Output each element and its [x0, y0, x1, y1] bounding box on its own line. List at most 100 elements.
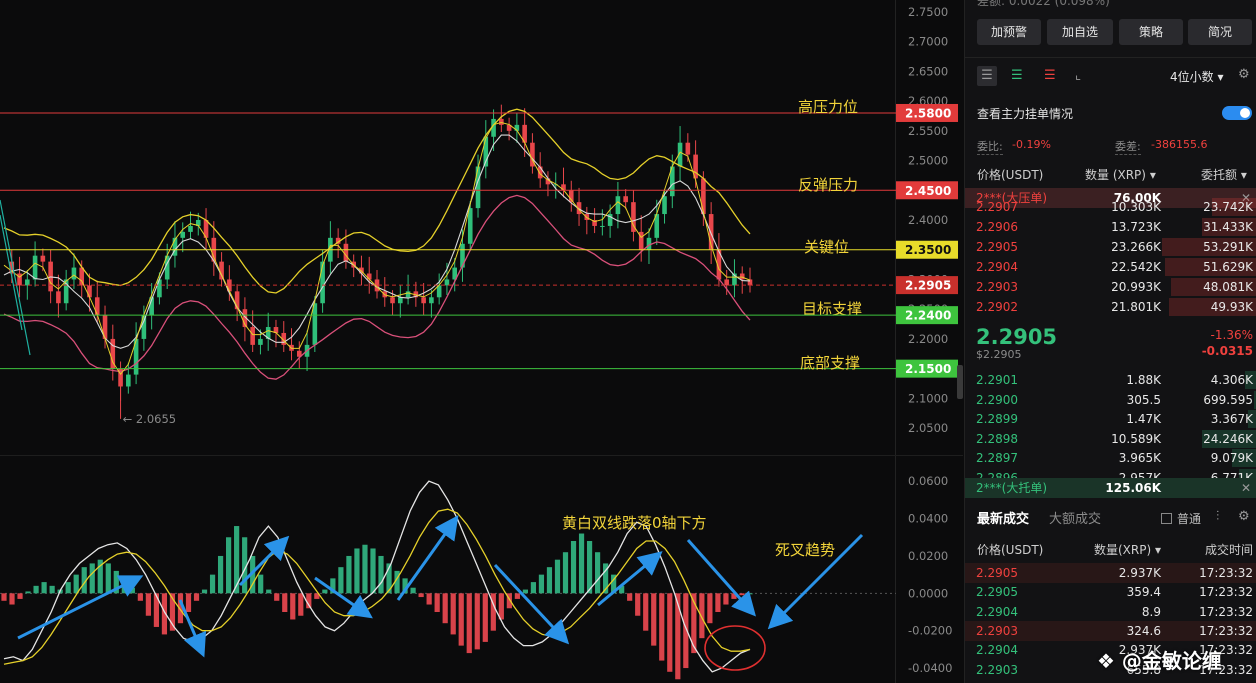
bid-row[interactable]: 2.2900 305.5 699.595: [965, 390, 1256, 410]
trade-qty: 359.4: [1126, 585, 1161, 600]
level-annotation-5: 底部支撑: [800, 354, 860, 372]
trade-time: 17:23:32: [1199, 604, 1253, 619]
layout-asks-icon[interactable]: ☰: [1044, 68, 1056, 83]
col-amount-header[interactable]: 委托额 ▾: [1201, 166, 1247, 183]
bid-row[interactable]: 2.2898 10.589K 24.246K: [965, 429, 1256, 449]
price-cell: 2.2902: [976, 300, 1018, 314]
trade-qty: 324.6: [1126, 623, 1161, 638]
price-cell: 2.2906: [976, 220, 1018, 234]
trade-row[interactable]: 2.2903 324.6 17:23:32: [965, 620, 1256, 641]
macd-hist-bar: [498, 593, 504, 620]
trade-price: 2.2905: [976, 566, 1018, 580]
price-cell: 2.2905: [976, 240, 1018, 254]
main-orders-label[interactable]: 查看主力挂单情况: [977, 105, 1073, 122]
ask-row[interactable]: 2.2904 22.542K 51.629K: [965, 257, 1256, 277]
ask-row[interactable]: 2.2906 13.723K 31.433K: [965, 217, 1256, 237]
macd-hist-bar: [129, 587, 135, 594]
amount-cell: 48.081K: [1203, 280, 1253, 294]
trades-col-qty[interactable]: 数量(XRP) ▾: [1094, 541, 1161, 558]
amount-cell: 23.742K: [1203, 200, 1253, 214]
candle-body: [390, 297, 395, 304]
macd-hist-bar: [338, 567, 344, 594]
macd-hist-bar: [474, 593, 480, 650]
strategy-button[interactable]: 策略: [1119, 19, 1183, 45]
qty-cell: 22.542K: [1111, 260, 1161, 274]
candle-body: [320, 261, 325, 304]
bid-row[interactable]: 2.2901 1.88K 4.306K: [965, 370, 1256, 390]
macd-hist-bar: [723, 593, 729, 605]
change-abs: -0.0315: [1201, 344, 1253, 358]
chart-area[interactable]: 2.75002.70002.65002.60002.55002.50002.45…: [0, 0, 963, 683]
macd-tick-label: 0.0200: [908, 549, 948, 563]
candle-body: [188, 225, 193, 232]
tab-big-trades[interactable]: 大额成交: [1049, 508, 1101, 527]
decimals-select[interactable]: 4位小数 ▾: [1170, 68, 1223, 85]
price-cell: 2.2907: [976, 200, 1018, 214]
trade-row[interactable]: 2.2904 8.9 17:23:32: [965, 602, 1256, 622]
macd-hist-bar: [89, 563, 95, 594]
macd-tick-label: 0.0000: [908, 586, 948, 600]
ask-row[interactable]: 2.2903 20.993K 48.081K: [965, 277, 1256, 297]
macd-tick-label: 0.0400: [908, 512, 948, 526]
layout-both-icon[interactable]: ☰: [977, 66, 997, 86]
filter-icon[interactable]: ⫶: [1216, 509, 1219, 524]
macd-hist-bar: [73, 574, 79, 594]
price-cell: 2.2904: [976, 260, 1018, 274]
big-bid-qty: 125.06K: [1105, 481, 1161, 495]
upper-band-line: [3, 108, 751, 294]
candle-body: [444, 279, 450, 286]
alert-button[interactable]: 加预警: [977, 19, 1041, 45]
macd-hist-bar: [659, 593, 665, 661]
macd-hist-bar: [9, 593, 15, 605]
macd-hist-bar: [226, 537, 232, 594]
level-annotation-0: 高压力位: [798, 98, 858, 116]
trend-line: [0, 214, 23, 331]
macd-hist-bar: [65, 582, 71, 594]
ask-row[interactable]: 2.2907 10.303K 23.742K: [965, 197, 1256, 217]
chevron-down-icon: ▾: [1213, 70, 1224, 84]
candle-body: [398, 297, 403, 304]
qty-cell: 10.589K: [1111, 431, 1161, 446]
main-orders-toggle[interactable]: [1222, 106, 1252, 120]
amount-cell: 4.306K: [1210, 373, 1253, 387]
bid-row[interactable]: 2.2899 1.47K 3.367K: [965, 409, 1256, 429]
overview-button[interactable]: 简况: [1188, 19, 1252, 45]
macd-hist-bar: [41, 582, 47, 594]
watchlist-button[interactable]: 加自选: [1047, 19, 1113, 45]
close-icon[interactable]: ✕: [1241, 478, 1251, 498]
top-clipped-text: 差额: 0.0022 (0.098%): [977, 0, 1110, 8]
macd-hist-bar: [482, 593, 488, 642]
qty-cell: 10.303K: [1111, 200, 1161, 214]
macd-hist-bar: [290, 593, 296, 620]
trade-row[interactable]: 2.2905 359.4 17:23:32: [965, 582, 1256, 602]
normal-checkbox[interactable]: [1161, 513, 1172, 524]
price-tick-label: 2.0500: [908, 421, 948, 435]
trade-row[interactable]: 2.2905 2.937K 17:23:32: [965, 563, 1256, 583]
candle-body: [724, 279, 729, 286]
macd-hist-bar: [274, 593, 280, 601]
macd-hist-bar: [546, 567, 553, 594]
col-qty-header[interactable]: 数量 (XRP) ▾: [1085, 166, 1156, 183]
price-cell: 2.2903: [976, 280, 1018, 294]
candle-body: [87, 285, 92, 298]
expand-icon[interactable]: ⌞: [1075, 68, 1081, 83]
layout-bids-icon[interactable]: ☰: [1011, 68, 1023, 83]
ask-row[interactable]: 2.2902 21.801K 49.93K: [965, 297, 1256, 317]
amount-cell: 53.291K: [1203, 240, 1253, 254]
decimals-label: 4位小数: [1170, 70, 1214, 84]
settings-icon[interactable]: ⚙: [1238, 509, 1250, 524]
trade-price: 2.2903: [976, 662, 1018, 677]
trend-arrow: [396, 515, 459, 601]
kline-chart[interactable]: 2.75002.70002.65002.60002.55002.50002.45…: [0, 0, 963, 683]
level-tag-text-0: 2.5800: [905, 106, 951, 120]
settings-icon[interactable]: ⚙: [1238, 67, 1250, 82]
tab-latest-trades[interactable]: 最新成交: [977, 508, 1029, 527]
macd-hist-bar: [554, 559, 561, 594]
big-bid-row[interactable]: 2***(大托单) 125.06K ✕: [965, 478, 1256, 498]
diff-label: 委差:: [1115, 140, 1141, 155]
level-annotation-2: 关键位: [804, 238, 849, 256]
ask-row[interactable]: 2.2905 23.266K 53.291K: [965, 237, 1256, 257]
macd-hist-bar: [578, 533, 585, 594]
bid-row[interactable]: 2.2897 3.965K 9.079K: [965, 448, 1256, 468]
macd-hist-bar: [1, 593, 7, 601]
